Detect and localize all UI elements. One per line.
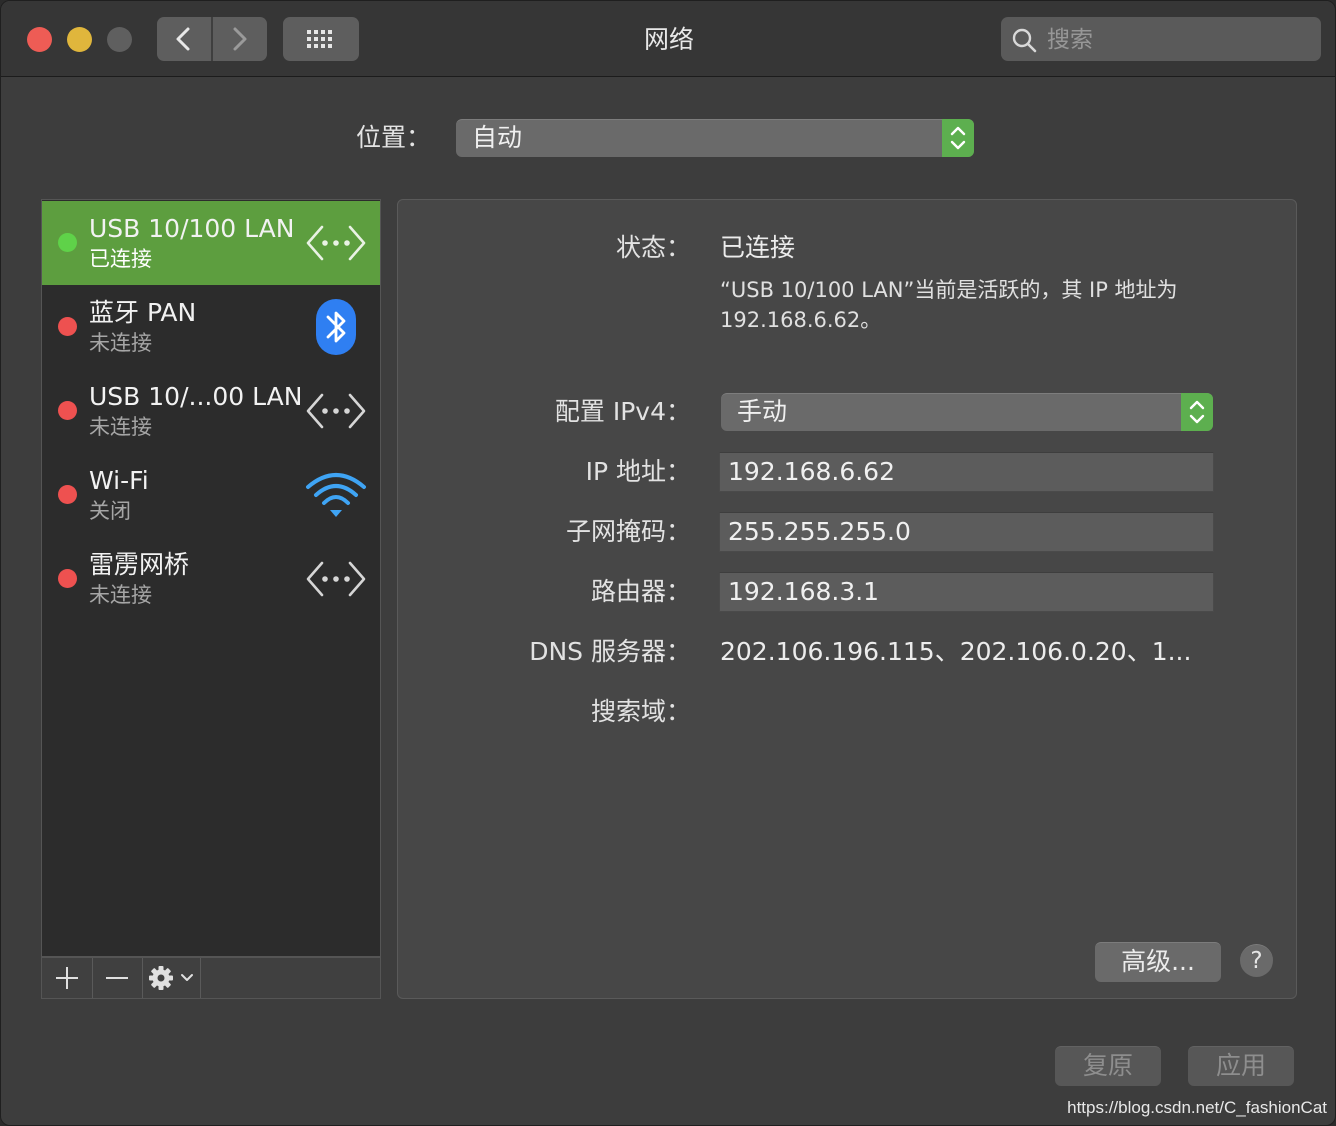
router-field[interactable] [719, 572, 1214, 612]
network-preferences-window: 网络 位置： 自动 USB 10/100 LAN 已连接 [0, 0, 1336, 1126]
status-label: 状态： [615, 233, 691, 262]
ip-address-field[interactable] [719, 452, 1214, 492]
service-list-toolbar [41, 957, 381, 999]
disconnected-status-dot [58, 317, 77, 336]
service-status: 未连接 [89, 331, 152, 355]
subnet-mask-label: 子网掩码： [565, 517, 691, 546]
bluetooth-icon [316, 299, 356, 355]
popup-arrows-icon [942, 119, 974, 157]
search-field[interactable] [1001, 17, 1321, 61]
search-icon [1012, 28, 1037, 53]
apply-button[interactable]: 应用 [1188, 1046, 1294, 1086]
status-description: “USB 10/100 LAN”当前是活跃的，其 IP 地址为 192.168.… [720, 278, 1178, 332]
ipv4-config-popup[interactable]: 手动 [721, 393, 1213, 431]
grid-icon [307, 30, 332, 48]
back-button[interactable] [157, 17, 211, 61]
ipv4-config-value: 手动 [737, 397, 788, 426]
forward-button[interactable] [213, 17, 267, 61]
router-input[interactable] [728, 573, 1198, 611]
remove-service-button[interactable] [92, 958, 143, 998]
advanced-button[interactable]: 高级... [1095, 942, 1221, 982]
chevron-down-icon [181, 974, 193, 981]
subnet-mask-input[interactable] [728, 513, 1198, 551]
zoom-window-button[interactable] [107, 27, 132, 52]
status-value: 已连接 [720, 233, 796, 262]
ipv4-config-label: 配置 IPv4： [554, 397, 691, 426]
search-input[interactable] [1045, 21, 1309, 59]
title-bar: 网络 [1, 1, 1335, 77]
router-label: 路由器： [590, 577, 691, 606]
minimize-window-button[interactable] [67, 27, 92, 52]
dns-server-label: DNS 服务器： [529, 637, 691, 666]
help-button[interactable]: ? [1240, 944, 1273, 977]
popup-arrows-icon [1181, 393, 1213, 431]
add-service-button[interactable] [42, 958, 93, 998]
search-domain-label: 搜索域： [590, 697, 691, 726]
service-actions-menu-button[interactable] [142, 958, 201, 998]
watermark-text: https://blog.csdn.net/C_fashionCat [1067, 1098, 1327, 1117]
location-label: 位置： [355, 123, 431, 152]
location-value: 自动 [472, 123, 523, 152]
location-popup[interactable]: 自动 [456, 119, 974, 157]
ip-address-label: IP 地址： [585, 457, 691, 486]
chevron-right-icon [233, 27, 247, 51]
show-all-button[interactable] [283, 17, 359, 61]
revert-button[interactable]: 复原 [1055, 1046, 1161, 1086]
window-title: 网络 [643, 25, 694, 54]
service-item-bluetooth-pan[interactable]: 蓝牙 PAN 未连接 [42, 285, 380, 369]
service-name: 蓝牙 PAN [89, 298, 197, 327]
chevron-left-icon [176, 27, 190, 51]
navigation-buttons [157, 17, 267, 61]
close-window-button[interactable] [27, 27, 52, 52]
dns-server-value: 202.106.196.115、202.106.0.20、1... [720, 637, 1192, 666]
plus-icon [56, 967, 78, 989]
ip-address-input[interactable] [728, 453, 1198, 491]
minus-icon [106, 977, 128, 979]
subnet-mask-field[interactable] [719, 512, 1214, 552]
